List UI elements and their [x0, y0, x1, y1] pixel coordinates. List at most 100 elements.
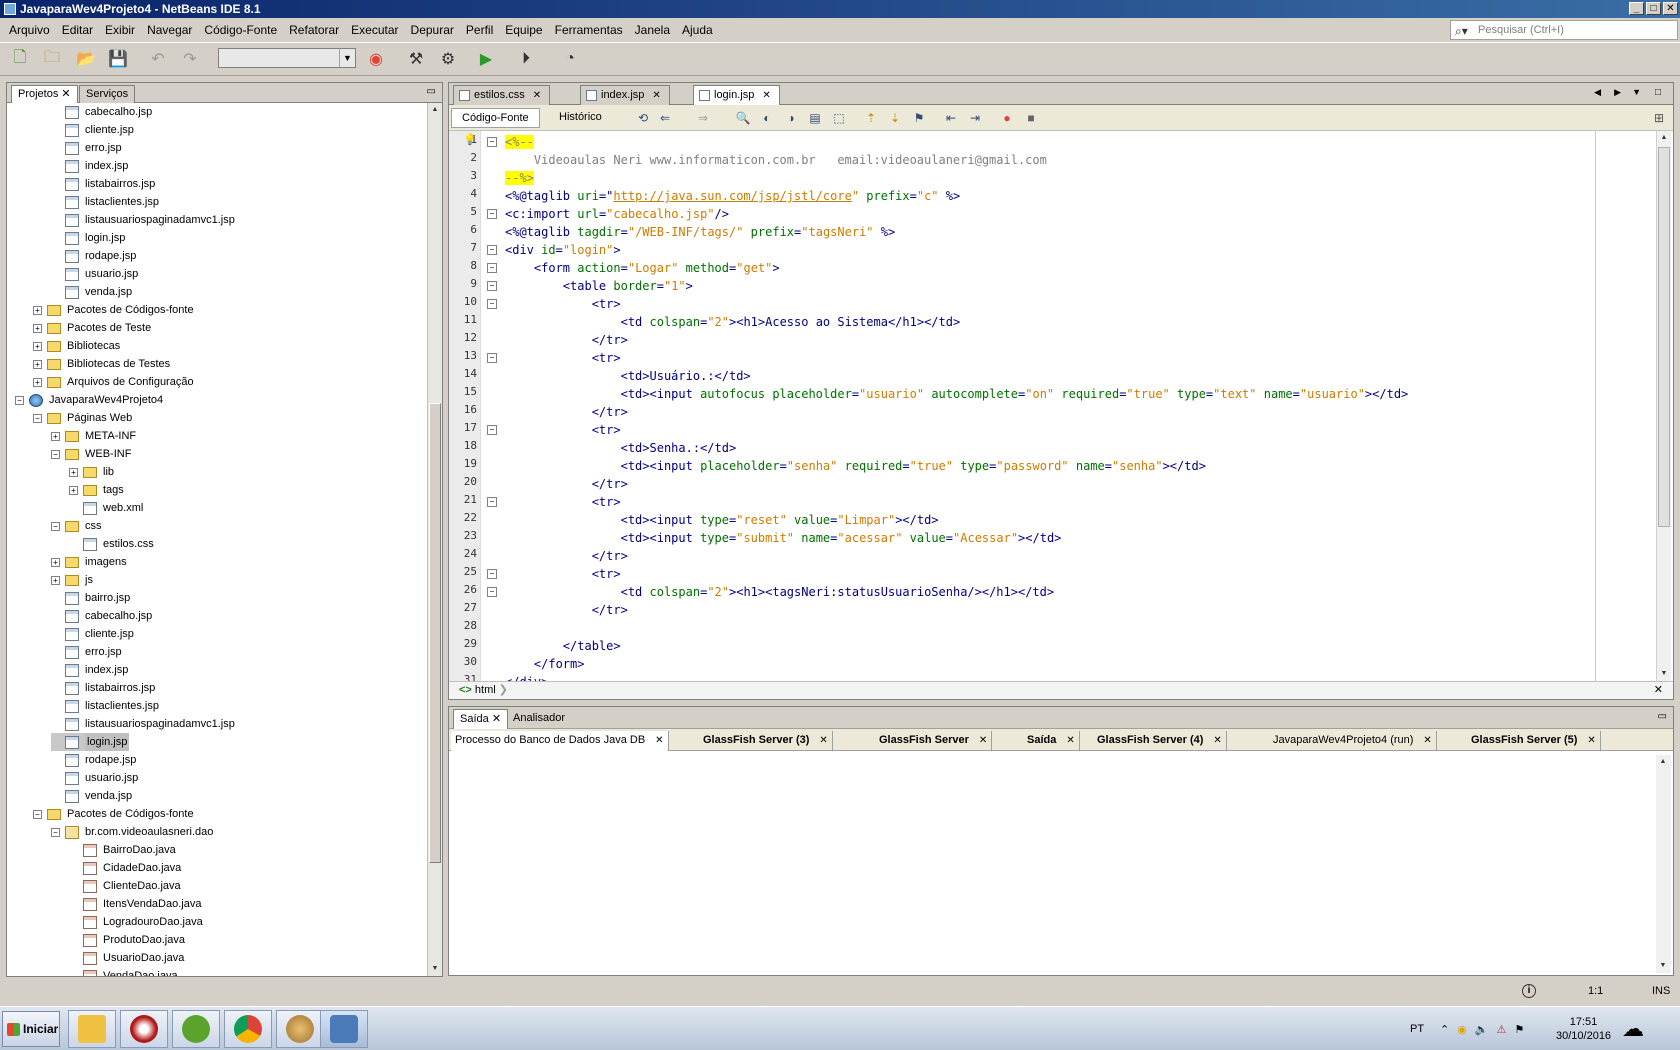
collapse-icon[interactable]: − — [33, 809, 42, 819]
tree-item[interactable]: web.xml — [69, 499, 143, 517]
menu-item-8[interactable]: Perfil — [460, 23, 499, 37]
collapse-icon[interactable]: − — [51, 827, 60, 837]
code-line[interactable]: </tr> — [505, 331, 628, 349]
split-editor-icon[interactable]: ⊞ — [1651, 110, 1667, 126]
fold-toggle-icon[interactable]: − — [487, 263, 497, 273]
tree-item[interactable]: index.jsp — [51, 661, 128, 679]
output-process-tab[interactable]: GlassFish Server (4) ✕ — [1093, 731, 1227, 751]
taskbar-explorer[interactable] — [68, 1010, 116, 1048]
tree-item[interactable]: listausuariospaginadamvc1.jsp — [51, 715, 235, 733]
expand-icon[interactable]: + — [51, 557, 60, 567]
code-line[interactable]: Videoaulas Neri www.informaticon.com.br … — [505, 151, 1047, 169]
close-icon[interactable]: ✕ — [762, 90, 770, 101]
code-line[interactable]: <tr> — [505, 493, 621, 511]
output-process-tab[interactable]: GlassFish Server (5) ✕ — [1467, 731, 1601, 751]
tab-output[interactable]: Saída ✕ — [453, 709, 509, 729]
code-line[interactable]: <table border="1"> — [505, 277, 693, 295]
tree-item[interactable]: listaclientes.jsp — [51, 193, 159, 211]
collapse-icon[interactable]: − — [51, 449, 60, 459]
close-icon[interactable]: ✕ — [819, 735, 827, 746]
menu-item-9[interactable]: Equipe — [499, 23, 548, 37]
forward-icon[interactable]: ⇒ — [695, 110, 711, 126]
start-macro-icon[interactable]: ● — [999, 110, 1015, 126]
tree-item[interactable]: venda.jsp — [51, 283, 132, 301]
tree-item[interactable]: + imagens — [51, 553, 127, 571]
tree-item[interactable]: − Páginas Web — [33, 409, 132, 427]
menu-item-10[interactable]: Ferramentas — [549, 23, 629, 37]
scroll-left-tabs-icon[interactable]: ◀ — [1594, 87, 1601, 98]
tree-item[interactable]: listausuariospaginadamvc1.jsp — [51, 211, 235, 229]
tree-item[interactable]: − WEB-INF — [51, 445, 131, 463]
fold-toggle-icon[interactable]: − — [487, 569, 497, 579]
new-project-icon[interactable]: 🗀 — [40, 47, 64, 71]
fold-toggle-icon[interactable]: − — [487, 209, 497, 219]
fold-toggle-icon[interactable]: − — [487, 497, 497, 507]
new-file-icon[interactable]: 🗋 — [8, 47, 32, 71]
tab-services[interactable]: Serviços — [79, 85, 136, 103]
menu-item-11[interactable]: Janela — [629, 23, 676, 37]
expand-icon[interactable]: + — [33, 323, 42, 333]
tree-item[interactable]: cabecalho.jsp — [51, 607, 152, 625]
tree-item[interactable]: − css — [51, 517, 102, 535]
maximize-button[interactable]: □ — [1646, 2, 1661, 15]
notifications-icon[interactable]: i — [1522, 984, 1536, 998]
minimize-button[interactable]: _ — [1629, 2, 1644, 15]
code-line[interactable]: <td><input placeholder="senha" required=… — [505, 457, 1206, 475]
menu-item-3[interactable]: Navegar — [141, 23, 198, 37]
tree-item[interactable]: cabecalho.jsp — [51, 103, 152, 121]
code-line[interactable]: </table> — [505, 637, 621, 655]
tree-item[interactable]: listaclientes.jsp — [51, 697, 159, 715]
tree-item[interactable]: BairroDao.java — [69, 841, 176, 859]
menu-item-7[interactable]: Depurar — [405, 23, 460, 37]
action-center-icon[interactable]: ⚑ — [1514, 1023, 1524, 1036]
scroll-down-icon[interactable]: ▼ — [1657, 959, 1669, 973]
find-previous-icon[interactable]: ◐ — [759, 110, 775, 126]
code-line[interactable]: <td colspan="2"><h1>Acesso ao Sistema</h… — [505, 313, 961, 331]
volume-icon[interactable]: 🔈 — [1475, 1023, 1489, 1036]
close-button[interactable]: ✕ — [1663, 2, 1678, 15]
tree-item[interactable]: venda.jsp — [51, 787, 132, 805]
tree-item[interactable]: − br.com.videoaulasneri.dao — [51, 823, 213, 841]
code-line[interactable]: <td colspan="2"><h1><tagsNeri:statusUsua… — [505, 583, 1055, 601]
next-bookmark-icon[interactable]: ⇣ — [887, 110, 903, 126]
tree-item[interactable]: ProdutoDao.java — [69, 931, 185, 949]
shift-right-icon[interactable]: ⇥ — [967, 110, 983, 126]
tree-item[interactable]: CidadeDao.java — [69, 859, 181, 877]
tree-item[interactable]: bairro.jsp — [51, 589, 130, 607]
debug-icon[interactable]: ⏵ — [514, 47, 538, 71]
profile-icon[interactable]: ◔ — [558, 47, 582, 71]
taskbar-chrome[interactable] — [224, 1010, 272, 1048]
previous-bookmark-icon[interactable]: ⇡ — [863, 110, 879, 126]
tree-item[interactable]: + Pacotes de Teste — [33, 319, 151, 337]
scroll-up-icon[interactable]: ▲ — [429, 103, 441, 117]
fold-toggle-icon[interactable]: − — [487, 245, 497, 255]
menu-item-1[interactable]: Editar — [56, 23, 99, 37]
expand-icon[interactable]: + — [51, 575, 60, 585]
expand-icon[interactable]: + — [33, 341, 42, 351]
code-line[interactable]: </div> — [505, 673, 548, 681]
close-icon[interactable]: ✕ — [655, 735, 663, 746]
code-line[interactable]: --%> — [505, 169, 534, 187]
find-icon[interactable]: 🔍 — [735, 110, 751, 126]
editor-tab[interactable]: estilos.css ✕ — [453, 85, 551, 105]
code-line[interactable]: </tr> — [505, 601, 628, 619]
tree-item[interactable]: erro.jsp — [51, 643, 122, 661]
tree-item[interactable]: estilos.css — [69, 535, 154, 553]
start-button[interactable]: Iniciar — [2, 1011, 60, 1047]
tree-item[interactable]: usuario.jsp — [51, 769, 138, 787]
taskbar-media[interactable] — [120, 1010, 168, 1048]
code-line[interactable]: <div id="login"> — [505, 241, 621, 259]
output-process-tab[interactable]: Processo do Banco de Dados Java DB ✕ — [451, 731, 669, 751]
code-area[interactable]: <%-- Videoaulas Neri www.informaticon.co… — [505, 131, 1645, 681]
avast-icon[interactable]: ◉ — [1457, 1023, 1467, 1036]
hint-bulb-icon[interactable]: 💡 — [463, 133, 477, 146]
code-line[interactable]: <form action="Logar" method="get"> — [505, 259, 780, 277]
tree-item[interactable]: login.jsp — [51, 733, 130, 751]
tree-item[interactable]: LogradouroDao.java — [69, 913, 203, 931]
tree-item[interactable]: VendaDao.java — [69, 967, 178, 976]
close-icon[interactable]: ✕ — [492, 713, 501, 725]
code-line[interactable]: <%@taglib uri="http://java.sun.com/jsp/j… — [505, 187, 960, 205]
fold-toggle-icon[interactable]: − — [487, 299, 497, 309]
close-icon[interactable]: ✕ — [652, 90, 660, 101]
minimize-panel-icon[interactable]: ▭ — [427, 86, 436, 97]
